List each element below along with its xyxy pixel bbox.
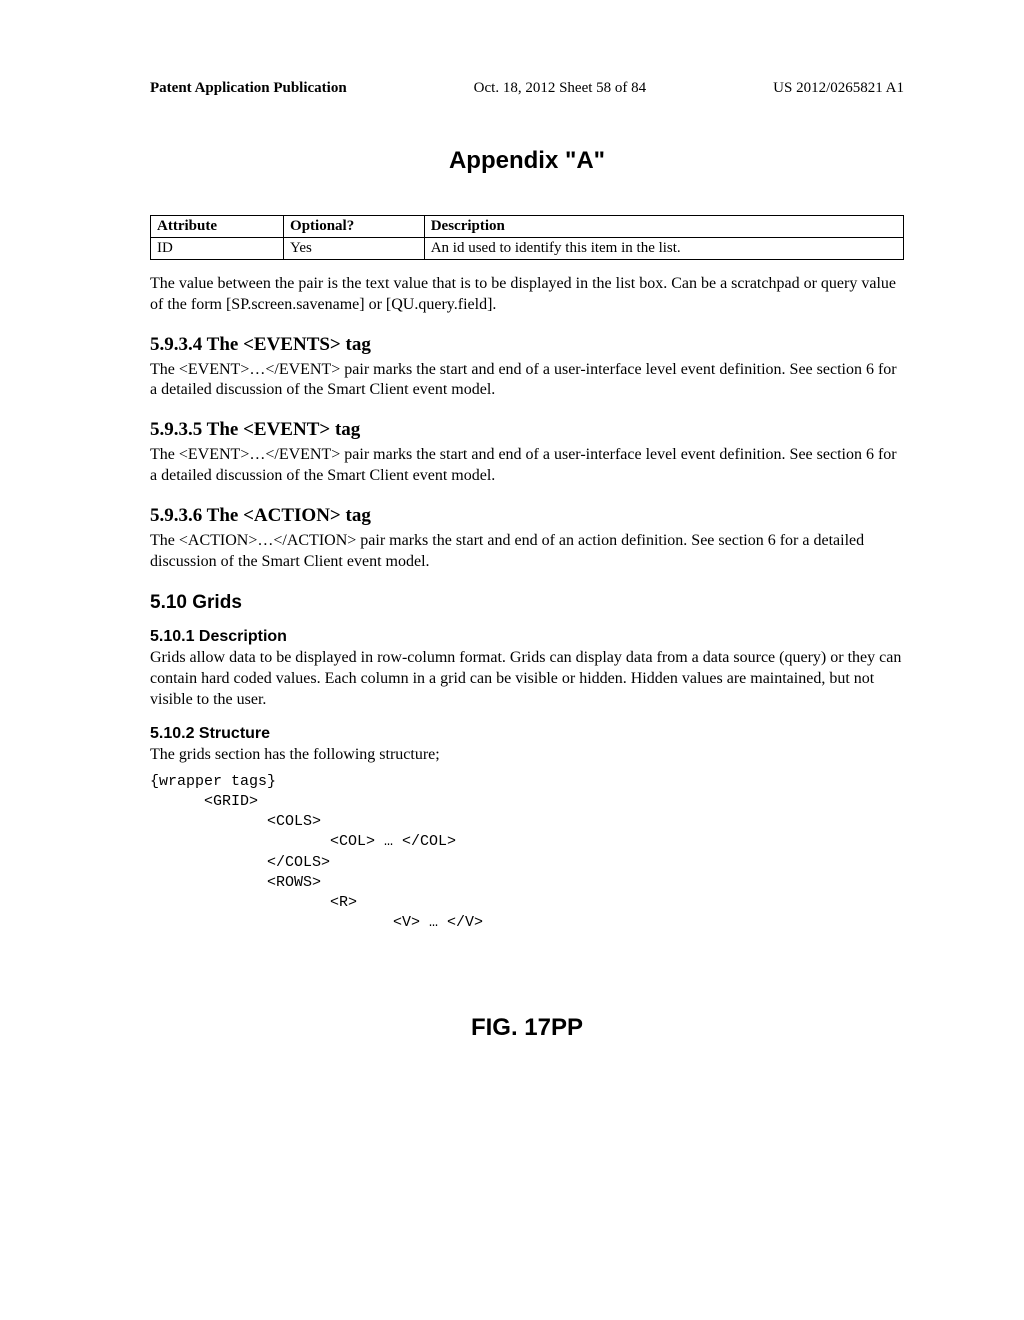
header-center: Oct. 18, 2012 Sheet 58 of 84: [474, 80, 646, 97]
th-optional: Optional?: [284, 216, 425, 238]
td-description: An id used to identify this item in the …: [424, 238, 903, 260]
code-structure: {wrapper tags} <GRID> <COLS> <COL> … </C…: [150, 772, 904, 934]
th-attribute: Attribute: [151, 216, 284, 238]
th-description: Description: [424, 216, 903, 238]
heading-5935: 5.9.3.5 The <EVENT> tag: [150, 419, 904, 441]
page: Patent Application Publication Oct. 18, …: [0, 0, 1024, 1082]
heading-5102: 5.10.2 Structure: [150, 725, 904, 743]
body-5936: The <ACTION>…</ACTION> pair marks the st…: [150, 531, 904, 573]
heading-5101: 5.10.1 Description: [150, 628, 904, 646]
td-optional: Yes: [284, 238, 425, 260]
body-5102: The grids section has the following stru…: [150, 745, 904, 766]
page-header: Patent Application Publication Oct. 18, …: [150, 80, 904, 97]
attribute-table: Attribute Optional? Description ID Yes A…: [150, 215, 904, 260]
table-header-row: Attribute Optional? Description: [151, 216, 904, 238]
appendix-title: Appendix "A": [150, 147, 904, 175]
heading-5936: 5.9.3.6 The <ACTION> tag: [150, 505, 904, 527]
header-right: US 2012/0265821 A1: [773, 80, 904, 97]
body-5934: The <EVENT>…</EVENT> pair marks the star…: [150, 360, 904, 402]
figure-label: FIG. 17PP: [150, 1014, 904, 1042]
table-row: ID Yes An id used to identify this item …: [151, 238, 904, 260]
body-5101: Grids allow data to be displayed in row-…: [150, 648, 904, 710]
heading-510: 5.10 Grids: [150, 592, 904, 614]
td-attribute: ID: [151, 238, 284, 260]
body-5935: The <EVENT>…</EVENT> pair marks the star…: [150, 445, 904, 487]
intro-paragraph: The value between the pair is the text v…: [150, 274, 904, 316]
heading-5934: 5.9.3.4 The <EVENTS> tag: [150, 334, 904, 356]
header-left: Patent Application Publication: [150, 80, 347, 97]
